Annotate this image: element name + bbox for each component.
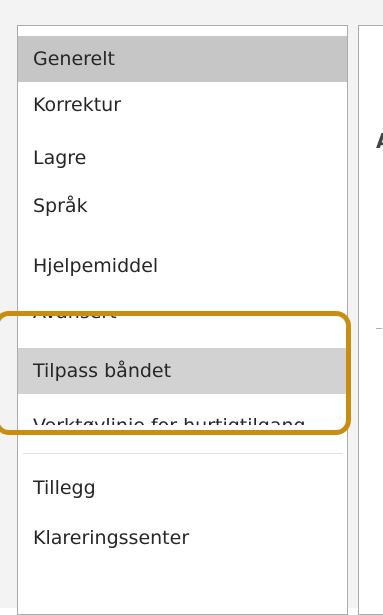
content-divider-fragment: [376, 328, 382, 329]
nav-item-sprak[interactable]: Språk: [18, 183, 347, 229]
nav-item-lagre[interactable]: Lagre: [18, 135, 347, 181]
nav-item-tilpass-bandet[interactable]: Tilpass båndet: [18, 348, 347, 394]
options-nav-panel: Generelt Korrektur Lagre Språk Hjelpemid…: [17, 25, 348, 615]
nav-item-avansert[interactable]: Avansert: [18, 316, 347, 342]
content-heading-fragment: A: [376, 129, 383, 153]
options-dialog: Generelt Korrektur Lagre Språk Hjelpemid…: [0, 0, 383, 615]
nav-item-avansert-label: Avansert: [33, 316, 347, 325]
nav-separator: [23, 453, 343, 454]
nav-item-korrektur[interactable]: Korrektur: [18, 82, 347, 128]
nav-item-tillegg[interactable]: Tillegg: [18, 465, 347, 511]
nav-item-verktoylinje[interactable]: Verktøylinje for hurtigtilgang: [18, 403, 347, 425]
nav-item-generelt[interactable]: Generelt: [18, 36, 347, 82]
nav-item-hjelpemiddel[interactable]: Hjelpemiddel: [18, 243, 347, 289]
nav-item-klareringssenter[interactable]: Klareringssenter: [18, 515, 347, 561]
options-content-panel: A: [358, 25, 383, 615]
